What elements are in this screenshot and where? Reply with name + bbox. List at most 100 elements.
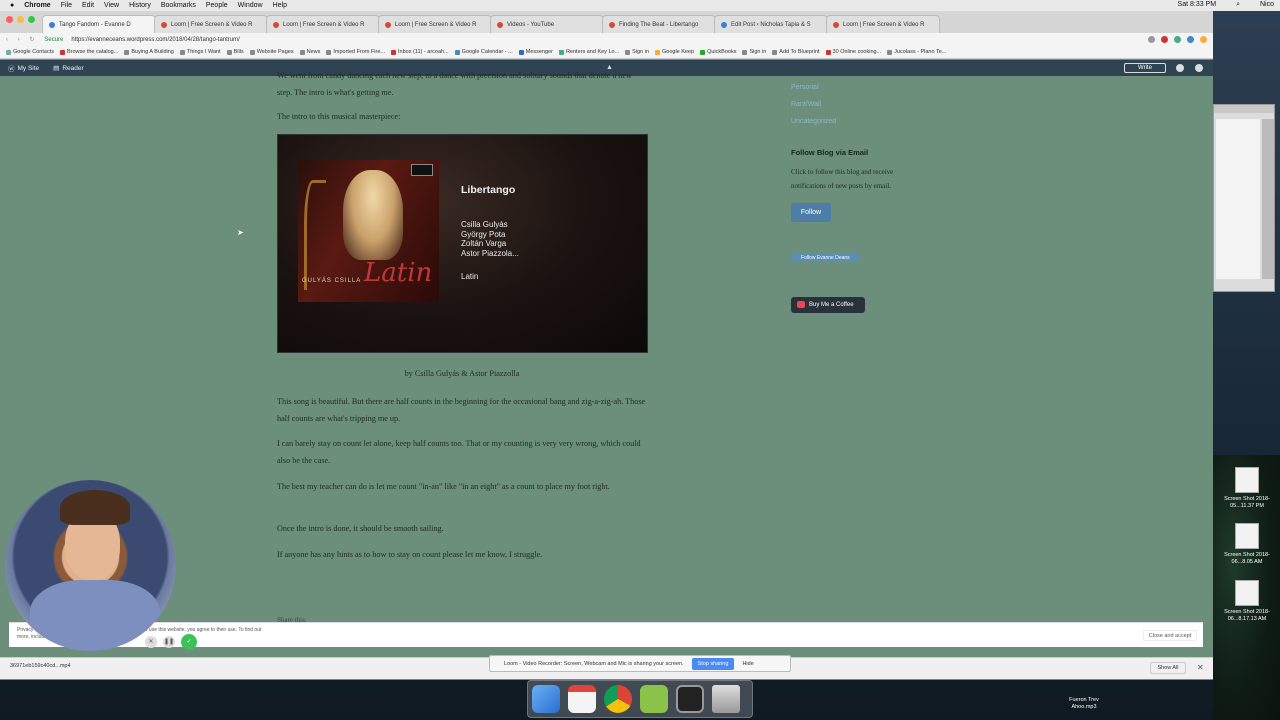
category-link[interactable]: Rant/Wall [791, 96, 836, 113]
tab-loom-2[interactable]: Loom | Free Screen & Video R [266, 15, 380, 33]
cover-portrait [343, 170, 403, 260]
menu-app-name[interactable]: Chrome [24, 2, 50, 9]
bookmark-item[interactable]: Imported From Fire... [326, 49, 385, 55]
menubar-clock[interactable]: Sat 8:33 PM [1178, 1, 1217, 9]
show-all-button[interactable]: Show All [1150, 662, 1186, 674]
window-controls [6, 16, 35, 23]
album-cover[interactable]: GULYÁS CSILLA Latin [298, 160, 439, 302]
tab-tango-fandom[interactable]: Tango Fandom - Evanne D [42, 15, 156, 33]
menu-history[interactable]: History [129, 2, 151, 9]
menu-file[interactable]: File [61, 2, 72, 9]
bookmark-item[interactable]: Google Keep [654, 49, 694, 55]
extension-icon[interactable] [1174, 36, 1181, 43]
bookmark-item[interactable]: Google Calendar - ... [454, 49, 513, 55]
bookmark-item[interactable]: 30 Online cooking... [825, 49, 881, 55]
bookmark-item[interactable]: Sign in [625, 49, 649, 55]
bookmark-item[interactable]: Bills [226, 49, 244, 55]
webcam-bubble[interactable] [5, 480, 176, 651]
download-item[interactable]: 36971eb159c40cd...mp4 [10, 663, 71, 669]
bookmark-item[interactable]: Browse the catalog... [59, 49, 118, 55]
pause-icon[interactable]: ❚❚ [163, 636, 175, 648]
close-and-accept-button[interactable]: Close and accept [1143, 630, 1197, 641]
tab-loom-3[interactable]: Loom | Free Screen & Video R [378, 15, 492, 33]
close-icon[interactable]: ✕ [1197, 663, 1204, 672]
my-site-link[interactable]: ⓦ My Site [8, 63, 39, 74]
android-studio-icon[interactable] [640, 685, 668, 713]
loom-controls: ✕ ❚❚ ✓ [145, 634, 197, 650]
secure-label[interactable]: Secure [44, 37, 63, 43]
chrome-icon[interactable] [604, 685, 632, 713]
url-input[interactable]: https://evanneceans.wordpress.com/2018/0… [71, 37, 239, 43]
calendar-icon[interactable] [568, 685, 596, 713]
extension-icon[interactable] [1161, 36, 1168, 43]
category-link[interactable]: Personal [791, 79, 836, 96]
reader-link[interactable]: ▤ Reader [53, 64, 83, 73]
stop-sharing-button[interactable]: Stop sharing [691, 657, 735, 670]
bookmark-item[interactable]: Google Contacts [6, 49, 54, 55]
avatar-icon[interactable] [1176, 64, 1184, 72]
menu-window[interactable]: Window [238, 2, 263, 9]
tab-edit-post[interactable]: Edit Post ‹ Nicholas Tapia & S [714, 15, 828, 33]
apple-icon[interactable]: ● [10, 2, 14, 9]
youtube-icon [497, 21, 503, 28]
menu-people[interactable]: People [206, 2, 228, 9]
sharing-text: Loom - Video Recorder: Screen, Webcam an… [504, 660, 684, 667]
close-window-icon[interactable] [6, 16, 13, 23]
back-forward-reload-icons[interactable]: ‹ › ↻ [6, 36, 38, 43]
bookmark-item[interactable]: Buying A Building [124, 49, 174, 55]
finish-recording-icon[interactable]: ✓ [181, 634, 197, 650]
blog-sidebar: Personal Rant/Wall Uncategorized Follow … [791, 76, 941, 326]
bookmark-item[interactable]: Add To Blueprint [772, 49, 820, 55]
hide-button[interactable]: Hide [742, 661, 753, 667]
bookmark-item[interactable]: Things I Want [179, 49, 221, 55]
maximize-window-icon[interactable] [28, 16, 35, 23]
follow-button[interactable]: Follow [791, 203, 831, 222]
bookmark-item[interactable]: Renters and Key Lo... [558, 49, 619, 55]
desktop-file[interactable]: Screen Shot 2018-05...11.37 PM [1217, 467, 1277, 510]
desktop-file[interactable]: Screen Shot 2018-06...8.17.13 AM [1217, 580, 1277, 623]
category-link[interactable]: Uncategorized [791, 113, 836, 130]
tab-label: Videos - YouTube [507, 21, 555, 28]
menu-view[interactable]: View [104, 2, 119, 9]
notifications-icon[interactable] [1195, 64, 1203, 72]
tab-finding-the-beat[interactable]: Finding The Beat - Libertango [602, 15, 716, 33]
bookmark-item[interactable]: Inbox (11) - arcoah... [391, 49, 449, 55]
artist-name: György Pota [461, 229, 506, 239]
bookmark-item[interactable]: Sign in [742, 49, 766, 55]
bookmark-item[interactable]: QuickBooks [700, 49, 736, 55]
wordpress-icon: ⓦ [8, 66, 15, 73]
desktop-file[interactable]: Screen Shot 2018-06...8.05 AM [1217, 523, 1277, 566]
loom-icon [161, 21, 167, 28]
menubar-user[interactable]: Nico [1260, 1, 1274, 9]
desktop-file-label[interactable]: Fueron Trev Ahoo.mp3 [1058, 697, 1110, 711]
cancel-icon[interactable]: ✕ [145, 636, 157, 648]
tab-loom-1[interactable]: Loom | Free Screen & Video R [154, 15, 268, 33]
minimize-window-icon[interactable] [17, 16, 24, 23]
category-links: Personal Rant/Wall Uncategorized [791, 79, 836, 130]
bookmark-item[interactable]: Jucolass - Plano Te... [887, 49, 946, 55]
write-button[interactable]: Write [1124, 63, 1166, 73]
track-title[interactable]: Libertango [461, 185, 515, 196]
background-window-thumbnail[interactable] [1213, 104, 1275, 292]
buy-me-coffee-button[interactable]: Buy Me a Coffee [791, 297, 865, 313]
menu-help[interactable]: Help [273, 2, 287, 9]
youtube-icon [609, 21, 615, 28]
cover-label: GULYÁS CSILLA [302, 278, 362, 284]
bookmark-item[interactable]: News [299, 49, 320, 55]
tab-youtube[interactable]: Videos - YouTube [490, 15, 604, 33]
menu-bookmarks[interactable]: Bookmarks [161, 2, 196, 9]
extension-icon[interactable] [1200, 36, 1207, 43]
terminal-icon[interactable] [676, 685, 704, 713]
menu-edit[interactable]: Edit [82, 2, 94, 9]
follow-blog-badge[interactable]: Follow Evanne Deans [791, 253, 859, 262]
extension-icon[interactable] [1148, 36, 1155, 43]
file-icon [1235, 467, 1259, 493]
bookmark-item[interactable]: Website Pages [249, 49, 294, 55]
bookmark-item[interactable]: Messenger [518, 49, 553, 55]
search-icon[interactable]: ⌕ [1236, 1, 1240, 9]
artist-name: Csilla Gulyás [461, 220, 508, 229]
extension-icon[interactable] [1187, 36, 1194, 43]
finder-icon[interactable] [532, 685, 560, 713]
tab-loom-4[interactable]: Loom | Free Screen & Video R [826, 15, 940, 33]
trash-icon[interactable] [712, 685, 740, 713]
